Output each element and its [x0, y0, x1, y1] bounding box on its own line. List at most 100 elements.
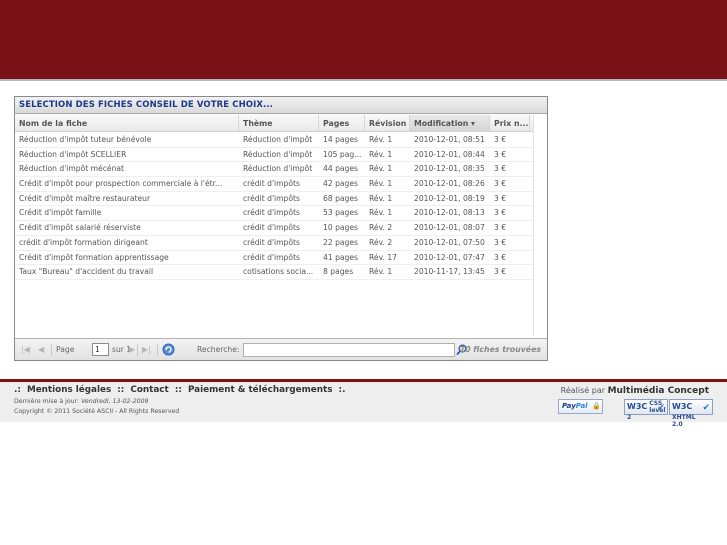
page-label: Page: [56, 345, 75, 354]
table-row[interactable]: Réduction d'impôt SCELLIER Réduction d'i…: [15, 148, 545, 163]
cell-revision: Rév. 17: [369, 252, 398, 262]
table-row[interactable]: Crédit d'impôt formation apprentissage c…: [15, 251, 545, 266]
cell-prix: 3 €: [494, 237, 507, 247]
grid-scroll-area[interactable]: [533, 115, 547, 336]
cell-nom: Taux "Bureau" d'accident du travail: [19, 267, 154, 277]
refresh-icon[interactable]: [162, 343, 175, 356]
cell-prix: 3 €: [494, 208, 507, 218]
cell-revision: Rév. 1: [369, 135, 393, 144]
cell-prix: 3 €: [494, 193, 507, 203]
pager-divider: [137, 344, 138, 356]
last-update: Dernière mise à jour: Vendredi, 13-02-20…: [14, 398, 148, 405]
cell-theme: Réduction d'impôt: [243, 164, 313, 174]
grid-rows: Réduction d'impôt tuteur bénévole Réduct…: [15, 133, 545, 280]
cell-nom: Réduction d'impôt tuteur bénévole: [19, 135, 152, 144]
credits-company[interactable]: Multimédia Concept: [608, 386, 709, 396]
cell-nom: Réduction d'impôt SCELLIER: [19, 149, 127, 159]
page-number-input[interactable]: 1: [92, 343, 109, 356]
table-row[interactable]: Crédit d'impôt pour prospection commerci…: [15, 177, 545, 192]
cell-theme: Réduction d'impôt: [243, 135, 313, 144]
column-header-revision[interactable]: Révision: [365, 115, 410, 132]
cell-pages: 41 pages: [323, 252, 358, 262]
table-row[interactable]: Crédit d'impôt salarié réserviste crédit…: [15, 221, 545, 236]
header-divider: [0, 79, 727, 81]
footer-separator: .:: [14, 385, 21, 395]
cell-nom: Crédit d'impôt famille: [19, 208, 102, 218]
cell-prix: 3 €: [494, 223, 507, 233]
grid-pager: |◀ ◀ Page 1 sur 1 ▶ ▶| Recherche: 10 fic…: [15, 338, 547, 360]
last-update-label: Dernière mise à jour:: [14, 398, 80, 405]
footer-links: .: Mentions légales :: Contact :: Paieme…: [14, 385, 348, 395]
last-page-icon[interactable]: ▶|: [142, 339, 151, 360]
first-page-icon[interactable]: |◀: [21, 339, 30, 360]
paypal-pal: Pal: [575, 402, 588, 410]
cell-prix: 3 €: [494, 164, 507, 174]
cell-revision: Rév. 1: [369, 208, 393, 218]
cell-pages: 14 pages: [323, 135, 358, 144]
cell-nom: Crédit d'impôt pour prospection commerci…: [19, 179, 223, 189]
cell-pages: 53 pages: [323, 208, 358, 218]
cell-modification: 2010-12-01, 08:13: [414, 208, 485, 218]
cell-nom: Crédit d'impôt salarié réserviste: [19, 223, 141, 233]
cell-pages: 8 pages: [323, 267, 354, 277]
search-input[interactable]: [243, 343, 455, 357]
cell-prix: 3 €: [494, 149, 507, 159]
cell-theme: crédit d'impôts: [243, 208, 300, 218]
cell-nom: Crédit d'impôt formation apprentissage: [19, 252, 169, 262]
cell-theme: cotisations socia...: [243, 267, 314, 277]
mentions-legales-link[interactable]: Mentions légales: [27, 385, 111, 395]
cell-revision: Rév. 1: [369, 179, 393, 189]
cell-modification: 2010-12-01, 08:07: [414, 223, 485, 233]
paypal-badge[interactable]: PayPal 🔒: [558, 399, 603, 414]
cell-pages: 10 pages: [323, 223, 358, 233]
column-header-prix[interactable]: Prix n...: [490, 115, 530, 132]
search-label: Recherche:: [197, 345, 240, 354]
cell-pages: 22 pages: [323, 237, 358, 247]
w3c-css-badge[interactable]: W3C CSS level 2 ✔: [624, 399, 668, 421]
lock-icon: 🔒: [592, 402, 601, 410]
cell-modification: 2010-12-01, 07:47: [414, 252, 485, 262]
grid-title: SELECTION DES FICHES CONSEIL DE VOTRE CH…: [15, 97, 547, 114]
pager-divider: [51, 344, 52, 356]
cell-pages: 68 pages: [323, 193, 358, 203]
prev-page-icon[interactable]: ◀: [38, 339, 44, 360]
cell-modification: 2010-12-01, 08:19: [414, 193, 485, 203]
table-row[interactable]: Taux "Bureau" d'accident du travail coti…: [15, 265, 545, 280]
paiement-link[interactable]: Paiement & téléchargements: [188, 385, 333, 395]
column-header-theme[interactable]: Thème: [239, 115, 319, 132]
cell-modification: 2010-12-01, 08:44: [414, 149, 485, 159]
w3c-logo: W3C: [672, 402, 693, 411]
footer-separator: :.: [338, 385, 346, 395]
cell-revision: Rév. 1: [369, 267, 393, 277]
table-row[interactable]: Crédit d'impôt maître restaurateur crédi…: [15, 192, 545, 207]
table-row[interactable]: Crédit d'impôt famille crédit d'impôts 5…: [15, 206, 545, 222]
table-row[interactable]: Réduction d'impôt mécénat Réduction d'im…: [15, 162, 545, 178]
cell-revision: Rév. 1: [369, 193, 393, 203]
column-header-nom[interactable]: Nom de la fiche: [15, 115, 239, 132]
cell-prix: 3 €: [494, 135, 507, 144]
cell-pages: 42 pages: [323, 179, 358, 189]
cell-modification: 2010-12-01, 08:26: [414, 179, 485, 189]
cell-modification: 2010-11-17, 13:45: [414, 267, 485, 277]
last-update-value: Vendredi, 13-02-2009: [81, 398, 149, 405]
cell-nom: Crédit d'impôt maître restaurateur: [19, 193, 151, 203]
cell-revision: Rév. 1: [369, 164, 393, 174]
contact-link[interactable]: Contact: [130, 385, 168, 395]
paypal-pay: Pay: [562, 402, 576, 410]
pager-divider: [157, 344, 158, 356]
column-header-modification[interactable]: Modification ▾: [410, 115, 490, 132]
cell-theme: crédit d'impôts: [243, 237, 300, 247]
cell-pages: 105 pag...: [323, 149, 362, 159]
w3c-xhtml-badge[interactable]: W3C XHTML 2.0 ✔: [669, 399, 713, 428]
cell-nom: crédit d'impôt formation dirigeant: [19, 237, 148, 247]
table-row[interactable]: Réduction d'impôt tuteur bénévole Réduct…: [15, 133, 545, 148]
table-row[interactable]: crédit d'impôt formation dirigeant crédi…: [15, 236, 545, 251]
grid-header: Nom de la fiche Thème Pages Révision Mod…: [15, 115, 545, 132]
cell-revision: Rév. 1: [369, 149, 393, 159]
cell-prix: 3 €: [494, 267, 507, 277]
next-page-icon[interactable]: ▶: [129, 339, 135, 360]
copyright: Copyright © 2011 Société ASCII - All Rig…: [14, 408, 180, 415]
column-header-pages[interactable]: Pages: [319, 115, 365, 132]
cell-revision: Rév. 2: [369, 223, 393, 233]
cell-revision: Rév. 2: [369, 237, 393, 247]
